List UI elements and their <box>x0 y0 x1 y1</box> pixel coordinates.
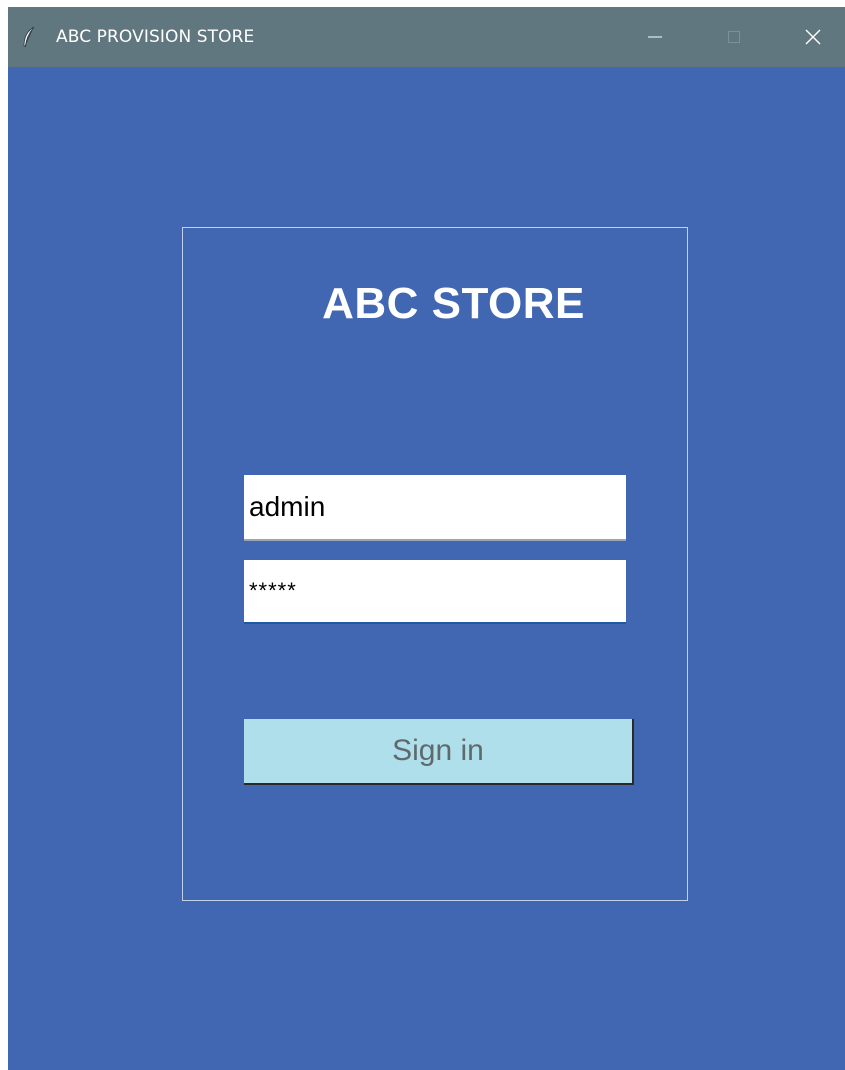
title-bar[interactable]: ABC PROVISION STORE <box>8 7 845 67</box>
close-icon <box>804 28 822 46</box>
password-input[interactable] <box>244 560 626 624</box>
window-title: ABC PROVISION STORE <box>56 27 255 47</box>
maximize-button[interactable] <box>699 7 769 67</box>
maximize-icon <box>726 29 742 45</box>
store-title: ABC STORE <box>322 279 585 328</box>
app-window: ABC PROVISION STORE ABC STORE Sign in <box>8 7 845 1070</box>
feather-icon <box>22 26 36 48</box>
username-input[interactable] <box>244 475 626 541</box>
sign-in-button[interactable]: Sign in <box>244 719 634 785</box>
close-button[interactable] <box>778 7 845 67</box>
minimize-button[interactable] <box>620 7 690 67</box>
minimize-icon <box>647 29 663 45</box>
